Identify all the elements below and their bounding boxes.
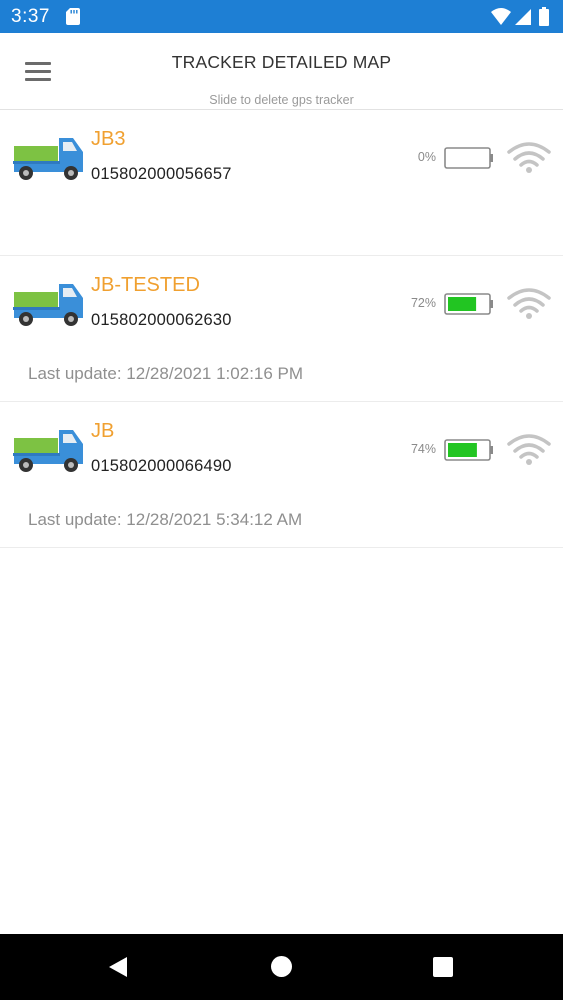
battery-percent: 0% (417, 150, 436, 164)
wifi-signal-icon (491, 8, 511, 25)
status-bar: 3:37 (0, 0, 563, 33)
back-icon[interactable] (106, 955, 130, 979)
tracker-name: JB-TESTED (91, 274, 200, 296)
tracker-row[interactable]: JB3 015802000056657 0% (0, 110, 563, 256)
tracker-name: JB3 (91, 128, 126, 150)
tracker-id: 015802000062630 (91, 311, 232, 329)
truck-icon (13, 430, 83, 472)
sd-card-icon (66, 8, 80, 25)
truck-icon (13, 138, 83, 180)
app-header: TRACKER DETAILED MAP Slide to delete gps… (0, 33, 563, 110)
battery-level-icon (444, 147, 493, 169)
page-title: TRACKER DETAILED MAP (171, 52, 392, 72)
tracker-name: JB (91, 420, 115, 442)
tracker-list: JB3 015802000056657 0% JB-TESTED 0158020… (0, 110, 563, 548)
battery-percent: 72% (410, 296, 436, 310)
tracker-row[interactable]: JB-TESTED 015802000062630 72% Last updat… (0, 256, 563, 402)
battery-icon (539, 7, 549, 26)
wifi-status-icon (507, 288, 551, 319)
navigation-bar (0, 934, 563, 1000)
status-icons (491, 7, 549, 26)
tracker-id: 015802000066490 (91, 457, 232, 475)
battery-level-icon (444, 293, 493, 315)
recent-apps-icon[interactable] (433, 957, 453, 977)
page-subtitle: Slide to delete gps tracker (209, 93, 354, 107)
last-update: Last update: 12/28/2021 1:02:16 PM (28, 364, 304, 383)
cell-signal-icon (515, 9, 531, 25)
screen: 3:37 TRACKER DETAILED MAP Slide to delet… (0, 0, 563, 1000)
tracker-id: 015802000056657 (91, 165, 232, 183)
home-icon[interactable] (271, 956, 292, 977)
wifi-status-icon (507, 142, 551, 173)
battery-level-icon (444, 439, 493, 461)
tracker-row[interactable]: JB 015802000066490 74% Last update: 12/2… (0, 402, 563, 548)
status-time: 3:37 (11, 6, 50, 27)
wifi-status-icon (507, 434, 551, 465)
truck-icon (13, 284, 83, 326)
battery-percent: 74% (410, 442, 436, 456)
last-update: Last update: 12/28/2021 5:34:12 AM (28, 510, 303, 529)
